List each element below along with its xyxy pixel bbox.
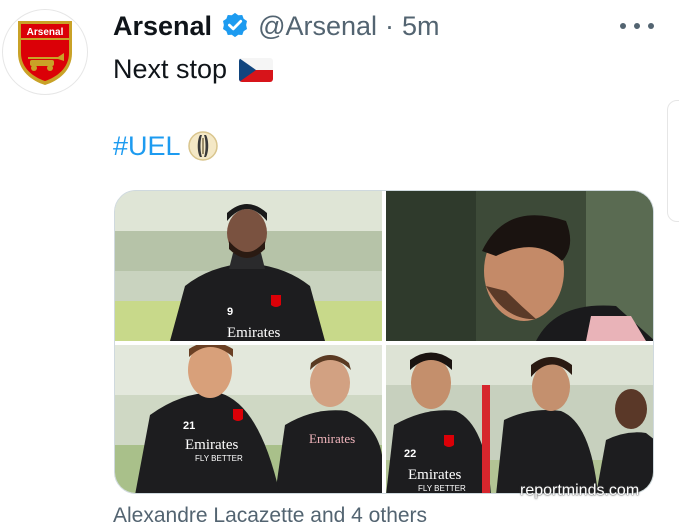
more-options-icon[interactable] bbox=[620, 16, 654, 36]
photo-3-sponsor-2: Emirates bbox=[309, 431, 355, 446]
tweet-text: Next stop bbox=[113, 54, 274, 85]
hashtag-link[interactable]: #UEL bbox=[113, 131, 181, 162]
user-handle[interactable]: @Arsenal bbox=[258, 11, 377, 42]
photo-1-sponsor: Emirates bbox=[227, 325, 280, 341]
photo-1-jersey-number: 9 bbox=[227, 306, 233, 318]
media-grid: 9 Emirates 21 Emirates FLY BETTER Emirat… bbox=[114, 190, 654, 494]
arsenal-crest-icon: Arsenal bbox=[18, 21, 72, 85]
photo-4-jersey-number: 22 bbox=[404, 448, 416, 460]
hashtag-row: #UEL bbox=[113, 130, 219, 162]
svg-text:Arsenal: Arsenal bbox=[27, 27, 64, 38]
photo-2-image bbox=[386, 191, 653, 341]
photo-4[interactable]: 22 Emirates FLY BETTER bbox=[386, 345, 653, 493]
verified-badge-icon bbox=[223, 12, 248, 38]
display-name[interactable]: Arsenal bbox=[113, 11, 212, 42]
separator-dot: · bbox=[385, 10, 395, 41]
czech-flag-icon bbox=[239, 57, 274, 82]
photo-2[interactable] bbox=[386, 191, 653, 341]
europa-league-trophy-icon bbox=[187, 131, 218, 161]
photo-4-slogan: FLY BETTER bbox=[418, 484, 466, 493]
side-panel-edge bbox=[667, 100, 679, 222]
tweet-text-content: Next stop bbox=[113, 54, 228, 84]
photo-3[interactable]: 21 Emirates FLY BETTER Emirates bbox=[115, 345, 382, 493]
photo-3-image: 21 Emirates FLY BETTER Emirates bbox=[115, 345, 382, 493]
photo-1-image: 9 Emirates bbox=[115, 191, 382, 341]
watermark-text: reportminds.com bbox=[520, 482, 640, 499]
photo-1[interactable]: 9 Emirates bbox=[115, 191, 382, 341]
photo-3-jersey-number: 21 bbox=[183, 420, 195, 432]
photo-4-image: 22 Emirates FLY BETTER bbox=[386, 345, 653, 493]
tagged-people-link[interactable]: Alexandre Lacazette and 4 others bbox=[113, 504, 427, 528]
tweet-header: Arsenal @Arsenal · 5m bbox=[113, 8, 440, 44]
timestamp[interactable]: 5m bbox=[402, 11, 440, 42]
arsenal-avatar[interactable]: Arsenal bbox=[2, 9, 88, 95]
photo-4-sponsor: Emirates bbox=[408, 467, 461, 483]
photo-3-slogan: FLY BETTER bbox=[195, 454, 243, 463]
photo-3-sponsor: Emirates bbox=[185, 437, 238, 453]
